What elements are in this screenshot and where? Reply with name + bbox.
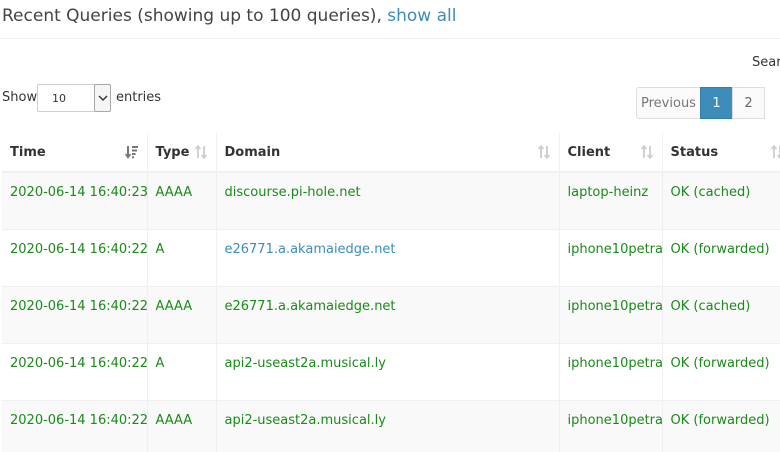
- select-arrow-button[interactable]: [94, 84, 111, 112]
- sort-both-icon: [770, 145, 780, 159]
- column-header-label: Type: [155, 144, 190, 160]
- cell-type: AAAA: [147, 399, 217, 452]
- previous-page-button[interactable]: Previous: [636, 87, 701, 119]
- query-log-page: Recent Queries (showing up to 100 querie…: [0, 0, 780, 452]
- table-row[interactable]: 2020-06-14 16:40:22 AAAA api2-useast2a.m…: [2, 399, 780, 452]
- queries-table: Time Type Domain Client Status 2020-06-1…: [2, 133, 780, 452]
- column-header-label: Client: [567, 144, 611, 160]
- cell-type: A: [147, 342, 217, 400]
- cell-client[interactable]: laptop-heinz: [559, 171, 663, 229]
- pagination: Previous 1 2: [636, 87, 765, 119]
- table-row[interactable]: 2020-06-14 16:40:22 A e26771.a.akamaiedg…: [2, 228, 780, 286]
- cell-domain[interactable]: e26771.a.akamaiedge.net: [216, 228, 560, 286]
- sort-both-icon: [537, 145, 550, 159]
- table-row[interactable]: 2020-06-14 16:40:22 AAAA e26771.a.akamai…: [2, 285, 780, 343]
- cell-time: 2020-06-14 16:40:22: [2, 285, 148, 343]
- cell-type: AAAA: [147, 285, 217, 343]
- cell-status: OK (forwarded): [662, 342, 780, 400]
- cell-time: 2020-06-14 16:40:22: [2, 228, 148, 286]
- page-title: Recent Queries (showing up to 100 querie…: [2, 6, 456, 26]
- column-header-label: Status: [670, 144, 719, 160]
- search-label: Search:: [752, 55, 780, 70]
- column-header-domain[interactable]: Domain: [216, 133, 560, 173]
- sort-amount-desc-icon: [124, 146, 138, 159]
- domain-link[interactable]: e26771.a.akamaiedge.net: [225, 242, 396, 257]
- cell-status: OK (forwarded): [662, 228, 780, 286]
- cell-type: A: [147, 228, 217, 286]
- column-header-client[interactable]: Client: [559, 133, 663, 173]
- column-header-label: Domain: [224, 144, 281, 160]
- cell-status: OK (cached): [662, 285, 780, 343]
- column-header-label: Time: [10, 144, 46, 160]
- table-header-row: Time Type Domain Client Status: [2, 133, 780, 173]
- show-label: Show: [2, 90, 38, 105]
- cell-time: 2020-06-14 16:40:22: [2, 399, 148, 452]
- box-header: Recent Queries (showing up to 100 querie…: [0, 0, 780, 39]
- cell-status: OK (cached): [662, 171, 780, 229]
- cell-status: OK (forwarded): [662, 399, 780, 452]
- sort-both-icon: [194, 145, 207, 159]
- cell-client[interactable]: iphone10petra: [559, 342, 663, 400]
- cell-time: 2020-06-14 16:40:22: [2, 342, 148, 400]
- entries-select[interactable]: 10: [37, 84, 111, 112]
- show-all-link[interactable]: show all: [387, 6, 456, 26]
- sort-both-icon: [640, 145, 653, 159]
- cell-domain[interactable]: api2-useast2a.musical.ly: [216, 399, 560, 452]
- cell-type: AAAA: [147, 171, 217, 229]
- table-row[interactable]: 2020-06-14 16:40:22 A api2-useast2a.musi…: [2, 342, 780, 400]
- column-header-status[interactable]: Status: [662, 133, 780, 173]
- cell-client[interactable]: iphone10petra: [559, 228, 663, 286]
- column-header-time[interactable]: Time: [2, 133, 148, 173]
- cell-domain[interactable]: api2-useast2a.musical.ly: [216, 342, 560, 400]
- chevron-down-icon: [98, 95, 108, 101]
- page-1-button[interactable]: 1: [700, 87, 733, 119]
- page-2-button[interactable]: 2: [732, 87, 765, 119]
- cell-client[interactable]: iphone10petra: [559, 399, 663, 452]
- entries-label: entries: [116, 90, 162, 105]
- table-row[interactable]: 2020-06-14 16:40:23 AAAA discourse.pi-ho…: [2, 171, 780, 229]
- cell-time: 2020-06-14 16:40:23: [2, 171, 148, 229]
- cell-client[interactable]: iphone10petra: [559, 285, 663, 343]
- entries-selected-value: 10: [52, 92, 66, 105]
- cell-domain[interactable]: e26771.a.akamaiedge.net: [216, 285, 560, 343]
- title-text: Recent Queries (showing up to 100 querie…: [2, 6, 382, 26]
- column-header-type[interactable]: Type: [147, 133, 217, 173]
- cell-domain[interactable]: discourse.pi-hole.net: [216, 171, 560, 229]
